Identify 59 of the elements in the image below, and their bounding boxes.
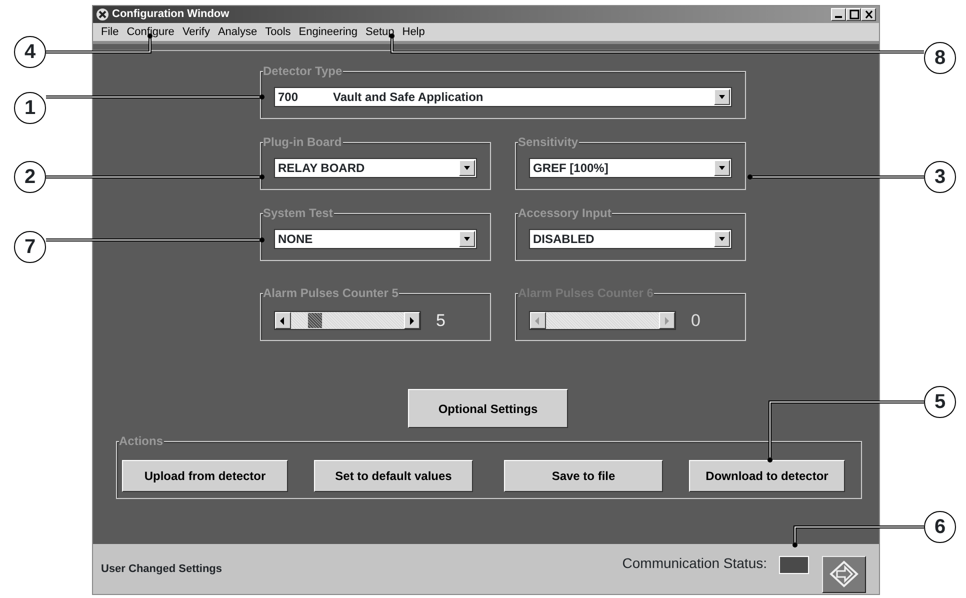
- action-button[interactable]: Set to default values: [314, 460, 473, 492]
- app-logo-icon: [96, 8, 109, 21]
- callout-number: 3: [924, 161, 956, 193]
- action-button[interactable]: Save to file: [504, 460, 663, 492]
- dropdown-arrow-button[interactable]: [714, 160, 730, 176]
- window-title: Configuration Window: [112, 7, 230, 22]
- dropdown[interactable]: 700 Vault and Safe Application: [274, 87, 732, 107]
- communication-status-label: Communication Status:: [622, 554, 767, 572]
- caret-right-icon: [662, 316, 672, 326]
- group-label: Detector Type: [263, 64, 344, 78]
- dropdown-arrow-button[interactable]: [459, 160, 475, 176]
- dropdown[interactable]: NONE: [274, 229, 477, 249]
- callout-number: 5: [924, 386, 956, 418]
- scrollbar-thumb[interactable]: [307, 312, 323, 330]
- scroll-right-button[interactable]: [404, 312, 420, 330]
- dropdown-arrow-button[interactable]: [714, 231, 730, 247]
- scrollbar-slider[interactable]: [274, 311, 421, 330]
- arrow-button[interactable]: [822, 556, 866, 592]
- optional-settings-button[interactable]: Optional Settings: [408, 389, 568, 428]
- action-button[interactable]: Download to detector: [689, 460, 845, 492]
- callout-number: 1: [14, 92, 46, 124]
- callout-number: 7: [14, 231, 46, 263]
- maximize-button[interactable]: [846, 8, 861, 21]
- menu-item[interactable]: Tools: [261, 24, 295, 40]
- callout-number: 6: [924, 511, 956, 543]
- callout-number: 4: [14, 36, 46, 68]
- close-button[interactable]: [861, 8, 876, 21]
- menu-item[interactable]: File: [97, 24, 123, 40]
- status-indicator: [779, 556, 809, 574]
- menu-item[interactable]: Verify: [178, 24, 214, 40]
- scroll-left-button[interactable]: [275, 312, 291, 330]
- group-label: Actions: [119, 434, 164, 448]
- callout-number: 2: [14, 161, 46, 193]
- status-message: User Changed Settings: [101, 562, 222, 577]
- action-button[interactable]: Upload from detector: [122, 460, 288, 492]
- callout-number: 8: [924, 42, 956, 74]
- menu-item[interactable]: Configure: [122, 24, 178, 40]
- group-label: Alarm Pulses Counter 5: [263, 286, 400, 300]
- minimize-button[interactable]: [831, 8, 846, 21]
- menu-item[interactable]: Help: [398, 24, 429, 40]
- caret-right-icon: [407, 316, 417, 326]
- dropdown-arrow-button[interactable]: [714, 89, 730, 105]
- menu-item[interactable]: Analyse: [214, 24, 262, 40]
- group-label: Plug-in Board: [263, 135, 343, 149]
- dropdown[interactable]: DISABLED: [529, 229, 732, 249]
- counter-value: 5: [436, 310, 446, 332]
- menu-item[interactable]: Setup: [362, 24, 398, 40]
- minimize-icon: [835, 16, 842, 18]
- group-label: Sensitivity: [518, 135, 580, 149]
- group-label: Accessory Input: [518, 206, 612, 220]
- counter-value: 0: [691, 310, 700, 332]
- dropdown[interactable]: GREF [100%]: [529, 158, 732, 178]
- close-icon: [862, 9, 874, 20]
- menu-item[interactable]: Engineering: [294, 24, 362, 40]
- dropdown[interactable]: RELAY BOARD: [274, 158, 477, 178]
- dropdown-arrow-button[interactable]: [459, 231, 475, 247]
- group-label: System Test: [263, 206, 334, 220]
- arrow-icon: [829, 560, 859, 588]
- maximize-icon: [848, 9, 860, 20]
